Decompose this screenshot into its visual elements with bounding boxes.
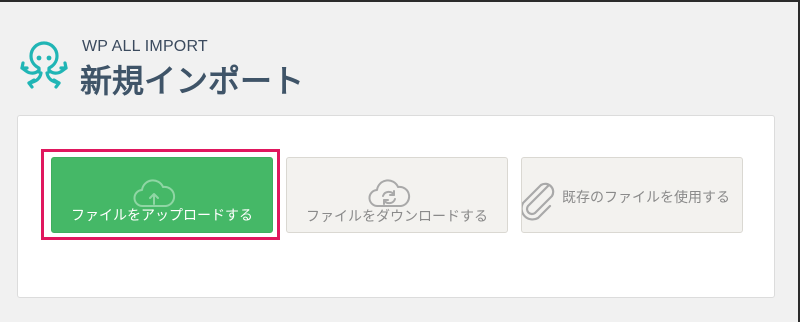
upload-file-label: ファイルをアップロードする: [71, 208, 253, 224]
download-file-option[interactable]: ファイルをダウンロードする: [286, 157, 508, 233]
octopus-logo-icon: [20, 41, 68, 89]
upload-file-option[interactable]: ファイルをアップロードする: [51, 157, 273, 233]
page-title: 新規インポート: [80, 62, 305, 100]
existing-file-option[interactable]: 既存のファイルを使用する: [521, 157, 743, 233]
download-file-label: ファイルをダウンロードする: [306, 209, 488, 225]
top-border: [0, 0, 800, 2]
paperclip-icon: [522, 182, 555, 221]
existing-file-label: 既存のファイルを使用する: [562, 190, 730, 206]
brand-name: WP ALL IMPORT: [82, 38, 208, 55]
